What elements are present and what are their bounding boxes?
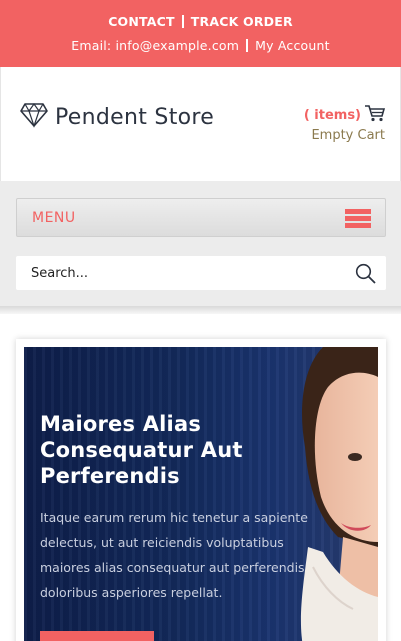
contact-link[interactable]: CONTACT xyxy=(108,14,175,29)
diamond-icon xyxy=(20,102,48,132)
cart-items-count: ( items) xyxy=(303,108,361,123)
logo[interactable]: Pendent Store xyxy=(20,102,214,132)
hero-description: Itaque earum rerum hic tenetur a sapient… xyxy=(40,510,308,600)
my-account-link[interactable]: My Account xyxy=(255,38,330,53)
search-input[interactable] xyxy=(16,256,316,290)
hero-title: Maiores Alias Consequatur Aut Perferendi… xyxy=(40,412,243,488)
cart-summary[interactable]: ( items) Empty Cart xyxy=(303,105,386,143)
menu-toggle[interactable]: MENU xyxy=(16,198,386,237)
separator xyxy=(181,15,184,28)
search-box xyxy=(16,256,386,290)
logo-text: Pendent Store xyxy=(55,104,215,130)
menu-label: MENU xyxy=(32,210,76,226)
track-order-link[interactable]: TRACK ORDER xyxy=(191,14,293,29)
cart-icon xyxy=(361,105,386,126)
cart-status: Empty Cart xyxy=(311,128,385,143)
account-links: Email: info@example.com My Account xyxy=(0,38,401,53)
navigation-area: MENU xyxy=(0,181,401,306)
divider xyxy=(0,306,401,314)
separator xyxy=(246,39,249,52)
site-header: Pendent Store ( items) Empty Cart xyxy=(0,67,401,181)
top-bar: CONTACT TRACK ORDER Email: info@example.… xyxy=(0,0,401,67)
hero-cta-button[interactable] xyxy=(40,631,154,641)
hero-banner: Maiores Alias Consequatur Aut Perferendi… xyxy=(24,347,378,641)
hero-card: Maiores Alias Consequatur Aut Perferendi… xyxy=(16,339,386,641)
email-link[interactable]: Email: info@example.com xyxy=(71,38,239,53)
hamburger-icon[interactable] xyxy=(345,209,371,228)
top-links: CONTACT TRACK ORDER xyxy=(0,14,401,29)
